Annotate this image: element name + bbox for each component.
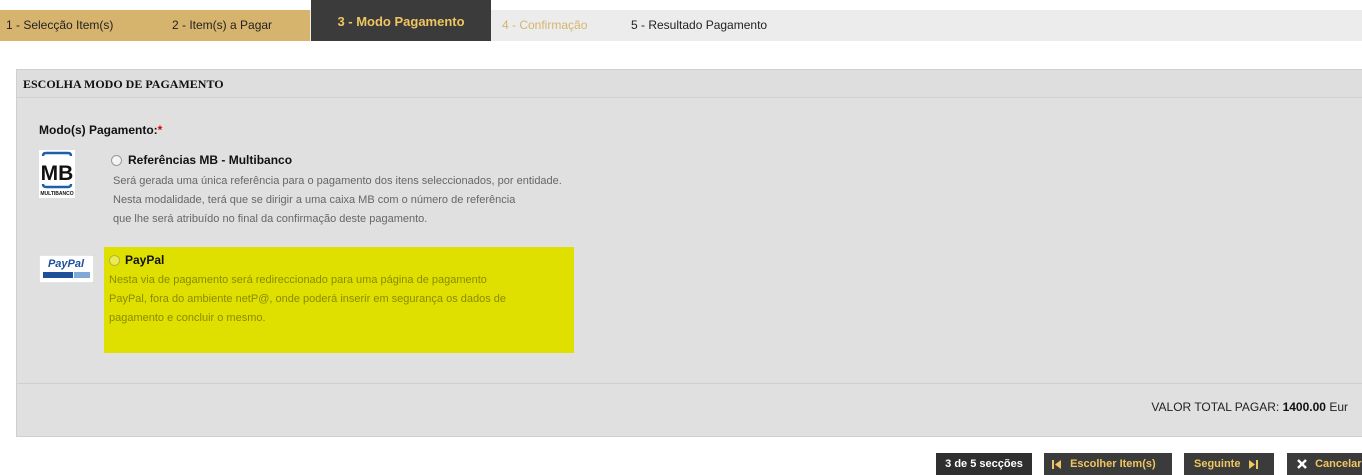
step-selecao-itens[interactable]: 1 - Selecção Item(s) (0, 10, 155, 41)
next-button-label[interactable]: Seguinte (1194, 458, 1240, 470)
field-label-text: Modo(s) Pagamento: (39, 123, 158, 137)
description-line: que lhe será atribuído no final da confi… (113, 213, 428, 225)
description-line: pagamento e concluir o mesmo. (109, 312, 266, 324)
radio-multibanco[interactable] (111, 155, 122, 166)
option-title-multibanco[interactable]: Referências MB - Multibanco (128, 153, 292, 167)
close-icon (1297, 459, 1307, 469)
next-button[interactable]: Seguinte (1184, 453, 1274, 475)
previous-button-label[interactable]: Escolher Item(s) (1070, 458, 1156, 470)
payment-option-paypal[interactable]: PayPal PayPal Nesta via de pagamento ser… (37, 247, 592, 353)
panel-title: ESCOLHA MODO DE PAGAMENTO (17, 70, 1362, 98)
step-confirmacao: 4 - Confirmação (502, 18, 588, 32)
cancel-button[interactable]: Cancelar (1287, 453, 1362, 475)
required-mark: * (157, 123, 163, 137)
description-line: Nesta via de pagamento será redirecciona… (109, 274, 487, 286)
option-description-paypal: Nesta via de pagamento será redirecciona… (109, 271, 569, 328)
option-description-multibanco: Será gerada uma única referência para o … (113, 172, 633, 229)
paypal-logo: PayPal (39, 255, 94, 283)
previous-button[interactable]: Escolher Item(s) (1044, 453, 1172, 475)
multibanco-logo: MB MULTIBANCO (39, 150, 75, 198)
step-resultado-pagamento: 5 - Resultado Pagamento (631, 18, 768, 32)
total-value: 1400.00 (1282, 400, 1326, 414)
mb-logo-subtext: MULTIBANCO (40, 191, 73, 197)
step-itens-a-pagar[interactable]: 2 - Item(s) a Pagar (155, 10, 310, 41)
wizard-steps: 1 - Selecção Item(s) 2 - Item(s) a Pagar… (0, 0, 1362, 41)
mb-logo-text: MB (41, 162, 74, 185)
total-label: VALOR TOTAL PAGAR: (1151, 400, 1280, 414)
field-label-payment-modes: Modo(s) Pagamento:* (39, 123, 162, 137)
payment-option-multibanco[interactable]: MB MULTIBANCO Referências MB - Multibanc… (37, 150, 617, 236)
payment-mode-panel: ESCOLHA MODO DE PAGAMENTO Modo(s) Pagame… (16, 69, 1362, 437)
radio-paypal[interactable] (109, 255, 120, 266)
skip-forward-icon (1248, 459, 1258, 469)
option-title-paypal[interactable]: PayPal (125, 253, 164, 267)
cancel-button-label[interactable]: Cancelar (1315, 458, 1361, 470)
total-amount: VALOR TOTAL PAGAR: 1400.00 Eur (1151, 400, 1348, 414)
divider (17, 383, 1362, 384)
total-currency: Eur (1329, 400, 1348, 414)
paypal-logo-text: PayPal (48, 258, 85, 270)
skip-back-icon (1052, 459, 1061, 469)
description-line: Nesta modalidade, terá que se dirigir a … (113, 194, 516, 206)
section-counter: 3 de 5 secções (936, 453, 1032, 475)
description-line: PayPal, fora do ambiente netP@, onde pod… (109, 293, 507, 305)
description-line: Será gerada uma única referência para o … (113, 175, 562, 187)
step-modo-pagamento: 3 - Modo Pagamento (311, 0, 491, 41)
